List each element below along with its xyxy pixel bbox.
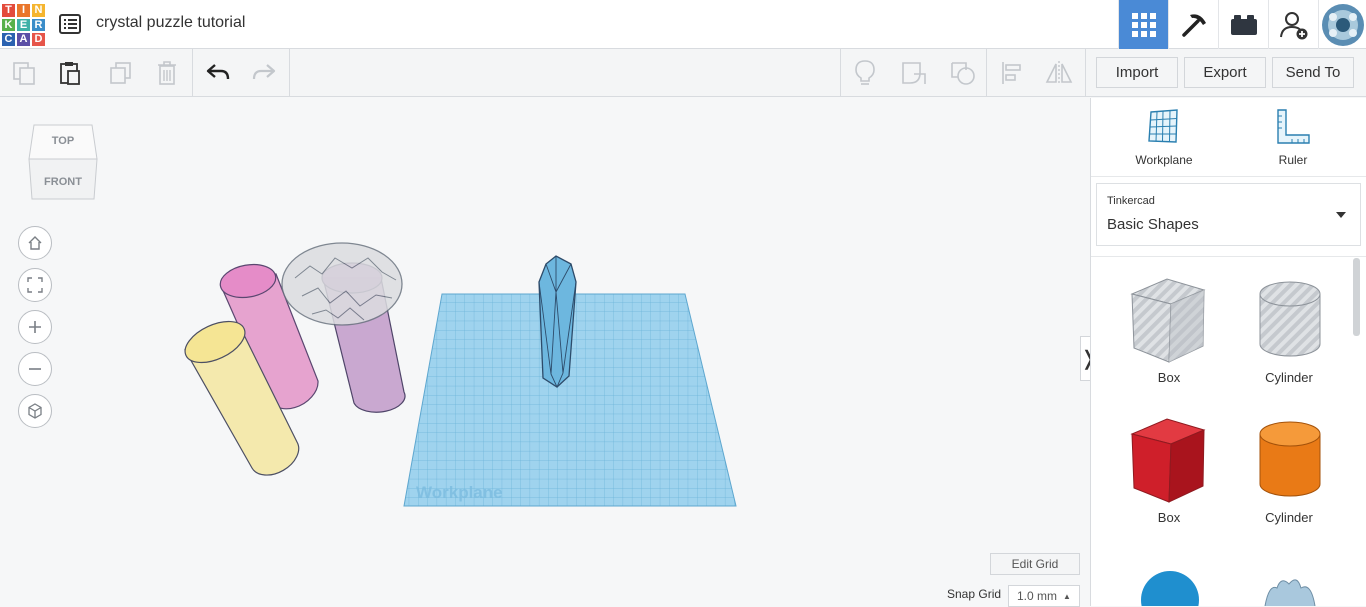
logo-letter: D [31, 32, 46, 47]
group-icon[interactable] [890, 49, 938, 97]
library-provider: Tinkercad [1107, 195, 1155, 207]
bricks-icon[interactable] [1218, 0, 1268, 49]
sphere-shape-icon[interactable] [1139, 568, 1201, 606]
shape-library-select[interactable]: Tinkercad Basic Shapes [1096, 183, 1361, 246]
ruler-tool[interactable]: Ruler [1248, 108, 1338, 167]
caret-up-icon: ▲ [1063, 591, 1071, 601]
avatar[interactable] [1318, 0, 1366, 49]
logo-letter: N [31, 3, 46, 18]
shape-label: Cylinder [1265, 370, 1313, 385]
logo-letter: C [1, 32, 16, 47]
undo-icon[interactable] [194, 49, 242, 97]
divider [1091, 256, 1366, 257]
align-icon[interactable] [988, 49, 1036, 97]
snap-grid-select[interactable]: 1.0 mm ▲ [1008, 585, 1080, 607]
add-user-icon[interactable] [1268, 0, 1318, 49]
divider [1091, 176, 1366, 177]
redo-icon[interactable] [240, 49, 288, 97]
copy-icon[interactable] [0, 49, 48, 97]
workplane-icon [1148, 109, 1178, 143]
shape-label: Cylinder [1265, 510, 1313, 525]
delete-icon[interactable] [143, 49, 191, 97]
logo-letter: I [16, 3, 31, 18]
cylinder-solid-shape-icon[interactable] [1255, 418, 1325, 500]
import-button[interactable]: Import [1096, 57, 1178, 88]
shape-label: Box [1157, 370, 1181, 385]
light-bulb-icon[interactable] [841, 49, 889, 97]
shapes-panel: Workplane Ruler Tinkercad Basic Shapes B… [1090, 98, 1366, 606]
rock-shape[interactable] [281, 242, 403, 326]
paste-icon[interactable] [46, 49, 94, 97]
snap-grid-label: Snap Grid [947, 587, 1002, 601]
logo-letter: A [16, 32, 31, 47]
edit-toolbar: Import Export Send To [0, 49, 1366, 97]
grid-view-icon[interactable] [1118, 0, 1168, 49]
snap-grid-value: 1.0 mm [1017, 589, 1058, 603]
box-hole-shape-icon[interactable] [1127, 276, 1207, 366]
caret-down-icon [1336, 212, 1346, 218]
panel-scrollbar[interactable] [1353, 258, 1360, 336]
ruler-icon [1277, 109, 1310, 144]
mirror-icon[interactable] [1035, 49, 1083, 97]
export-button[interactable]: Export [1184, 57, 1266, 88]
workplane-label: Workplane [1135, 153, 1193, 167]
3d-viewport[interactable]: TOP FRONT Workplane Edit Grid Snap Grid … [0, 98, 1090, 607]
cylinder-hole-shape-icon[interactable] [1255, 278, 1325, 360]
workplane-watermark: Workplane [416, 483, 503, 502]
logo-letter: R [31, 17, 46, 33]
shape-label: Box [1157, 510, 1181, 525]
scene: Workplane [184, 242, 737, 507]
duplicate-icon[interactable] [96, 49, 144, 97]
workplane-tool[interactable]: Workplane [1119, 108, 1209, 167]
box-solid-shape-icon[interactable] [1127, 416, 1207, 506]
ruler-label: Ruler [1278, 153, 1308, 167]
library-selected: Basic Shapes [1107, 216, 1199, 233]
logo-letter: T [1, 3, 16, 18]
scribble-shape-icon[interactable] [1259, 574, 1321, 606]
logo-letter: E [16, 17, 31, 33]
pickaxe-icon[interactable] [1168, 0, 1218, 49]
design-title[interactable]: crystal puzzle tutorial [96, 14, 245, 32]
ungroup-icon[interactable] [939, 49, 987, 97]
edit-grid-button[interactable]: Edit Grid [990, 553, 1080, 575]
logo-letter: K [1, 17, 16, 33]
tinkercad-logo[interactable]: TINKERCAD [1, 3, 46, 47]
send-to-button[interactable]: Send To [1272, 57, 1354, 88]
list-icon[interactable] [58, 12, 82, 36]
top-bar: TINKERCAD crystal puzzle tutorial [0, 0, 1366, 49]
